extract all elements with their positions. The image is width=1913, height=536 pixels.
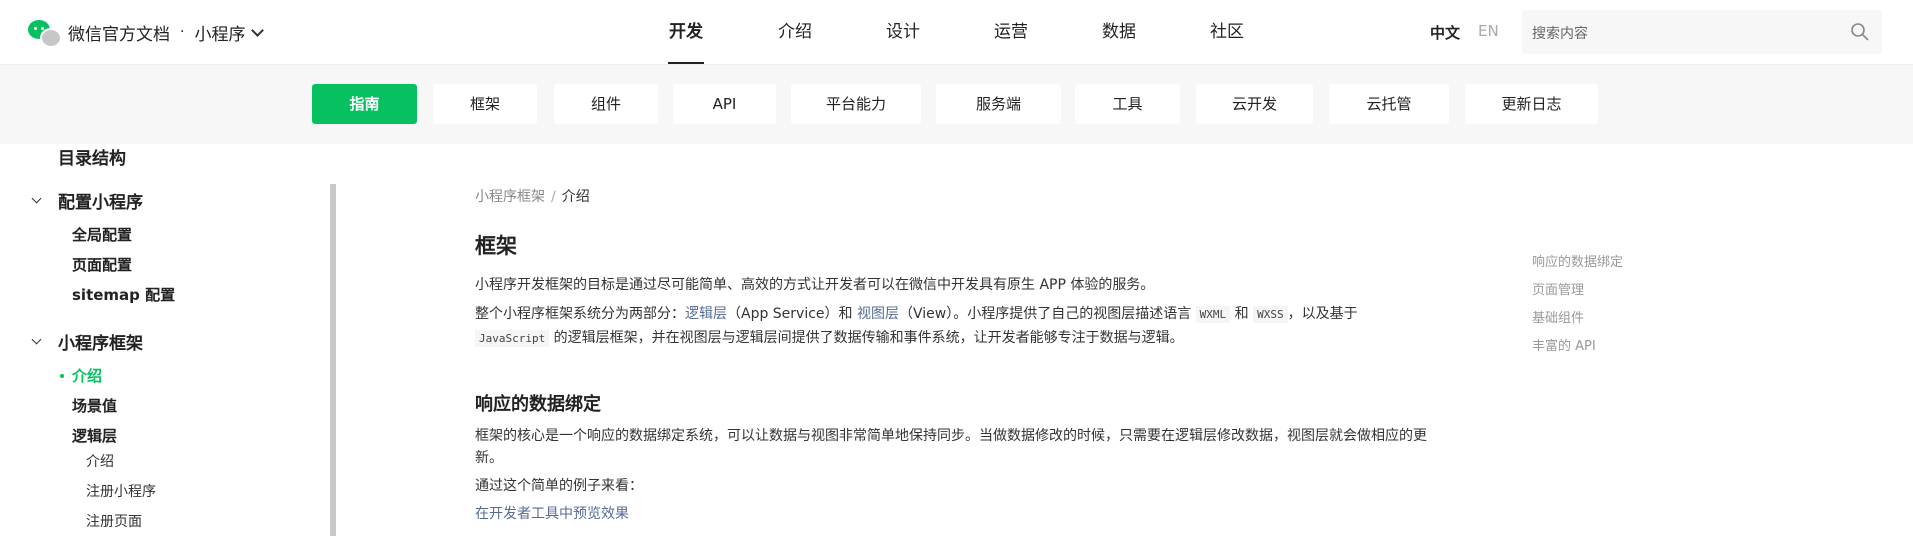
breadcrumb-current: 介绍: [561, 189, 590, 205]
subnav-framework[interactable]: 框架: [433, 84, 537, 124]
search-icon[interactable]: [1850, 22, 1870, 42]
subnav-server[interactable]: 服务端: [936, 84, 1061, 124]
subnav-cloud-hosting[interactable]: 云托管: [1329, 84, 1449, 124]
sidebar-section-config[interactable]: 配置小程序: [58, 188, 143, 213]
text-segment: ，以及基于: [1287, 306, 1358, 322]
subnav-guide[interactable]: 指南: [312, 84, 417, 124]
section-heading-data-binding: 响应的数据绑定: [475, 394, 601, 415]
brand[interactable]: 微信官方文档 · 小程序: [28, 18, 265, 48]
link-preview-in-devtools[interactable]: 在开发者工具中预览效果: [475, 502, 629, 526]
code-javascript: JavaScript: [475, 330, 550, 347]
subnav-changelog[interactable]: 更新日志: [1465, 84, 1598, 124]
sidebar-item-scene[interactable]: 场景值: [72, 395, 117, 416]
link-view-layer[interactable]: 视图层: [857, 306, 899, 322]
text-segment: 和: [1230, 306, 1254, 322]
subnav-components[interactable]: 组件: [554, 84, 658, 124]
toc-item-rich-api[interactable]: 丰富的 API: [1532, 335, 1596, 354]
page-title: 框架: [475, 234, 517, 258]
subnav-platform[interactable]: 平台能力: [791, 84, 921, 124]
subnav-cloud-dev[interactable]: 云开发: [1196, 84, 1313, 124]
sidebar-item-page-config[interactable]: 页面配置: [72, 254, 132, 275]
breadcrumb-parent[interactable]: 小程序框架: [475, 189, 545, 205]
toc-item-basic-components[interactable]: 基础组件: [1532, 307, 1584, 326]
text-segment: 整个小程序框架系统分为两部分：: [475, 306, 685, 322]
sidebar-item-sitemap-config[interactable]: sitemap 配置: [72, 284, 175, 305]
brand-title[interactable]: 微信官方文档: [68, 20, 170, 45]
paragraph-intro: 小程序开发框架的目标是通过尽可能简单、高效的方式让开发者可以在微信中开发具有原生…: [475, 277, 1155, 293]
sidebar-item-global-config[interactable]: 全局配置: [72, 224, 132, 245]
tab-design[interactable]: 设计: [885, 0, 921, 64]
brand-separator: ·: [180, 24, 185, 40]
lang-zh[interactable]: 中文: [1430, 22, 1460, 43]
paragraph-example: 通过这个简单的例子来看：: [475, 478, 643, 494]
subnav-api[interactable]: API: [673, 84, 776, 124]
top-header: 微信官方文档 · 小程序 开发 介绍 设计 运营 数据 社区 中文 EN 搜索内…: [0, 0, 1913, 65]
breadcrumb: 小程序框架 / 介绍: [475, 186, 590, 206]
active-bullet-icon: [60, 374, 64, 378]
text-segment: （App Service）和: [727, 306, 857, 322]
sidebar-item-logic-layer[interactable]: 逻辑层: [72, 425, 117, 446]
subnav-tools[interactable]: 工具: [1075, 84, 1180, 124]
tab-community[interactable]: 社区: [1209, 0, 1245, 64]
lang-en[interactable]: EN: [1478, 22, 1499, 40]
tab-intro[interactable]: 介绍: [777, 0, 813, 64]
paragraph-architecture: 整个小程序框架系统分为两部分：逻辑层（App Service）和 视图层（Vie…: [475, 302, 1358, 327]
sidebar-subitem-intro[interactable]: 介绍: [86, 451, 114, 471]
sidebar-item-intro[interactable]: 介绍: [72, 365, 102, 386]
sidebar-section-framework[interactable]: 小程序框架: [58, 329, 143, 354]
tab-operate[interactable]: 运营: [993, 0, 1029, 64]
chevron-down-icon[interactable]: [31, 334, 42, 345]
chevron-down-icon[interactable]: [31, 193, 42, 204]
wechat-logo-icon: [28, 18, 62, 48]
tab-develop[interactable]: 开发: [668, 0, 704, 64]
text-segment: （View）。小程序提供了自己的视图层描述语言: [899, 306, 1196, 322]
code-wxml: WXML: [1195, 306, 1231, 323]
paragraph-binding-line1: 框架的核心是一个响应的数据绑定系统，可以让数据与视图非常简单地保持同步。当做数据…: [475, 428, 1427, 444]
paragraph-binding-line2: 新。: [475, 450, 503, 466]
sub-nav: 指南 框架 组件 API 平台能力 服务端 工具 云开发 云托管 更新日志: [0, 65, 1913, 144]
breadcrumb-separator: /: [551, 189, 556, 205]
toc-item-page-management[interactable]: 页面管理: [1532, 279, 1584, 298]
product-switcher[interactable]: 小程序: [194, 20, 245, 45]
toc-item-data-binding[interactable]: 响应的数据绑定: [1532, 251, 1623, 270]
sidebar-subitem-register-page[interactable]: 注册页面: [86, 511, 142, 531]
search-input[interactable]: 搜索内容: [1522, 10, 1882, 54]
chevron-down-icon[interactable]: [251, 23, 265, 37]
search-placeholder: 搜索内容: [1532, 26, 1588, 42]
sidebar-item-directory[interactable]: 目录结构: [58, 144, 126, 169]
sidebar: 目录结构 配置小程序 全局配置 页面配置 sitemap 配置 小程序框架 介绍…: [0, 144, 333, 536]
link-logic-layer[interactable]: 逻辑层: [685, 306, 727, 322]
text-segment: 的逻辑层框架，并在视图层与逻辑层间提供了数据传输和事件系统，让开发者能够专注于数…: [549, 330, 1184, 346]
tab-data[interactable]: 数据: [1101, 0, 1137, 64]
code-wxss: WXSS: [1253, 306, 1288, 323]
paragraph-architecture-cont: JavaScript 的逻辑层框架，并在视图层与逻辑层间提供了数据传输和事件系统…: [475, 326, 1184, 351]
sidebar-subitem-register-app[interactable]: 注册小程序: [86, 481, 156, 501]
